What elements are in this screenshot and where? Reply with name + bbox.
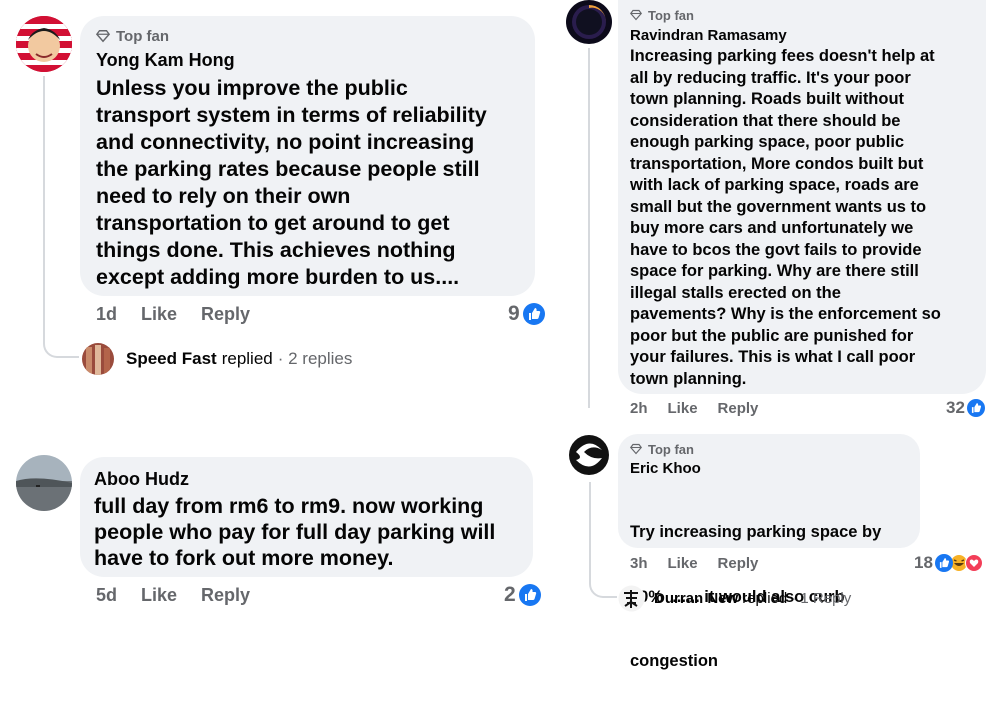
timestamp[interactable]: 2h [630, 400, 648, 417]
diamond-icon [630, 443, 642, 455]
avatar-speed-fast [82, 343, 114, 375]
comment-actions: 1d Like Reply [96, 304, 250, 325]
avatar-ravindran-ramasamy[interactable] [566, 0, 612, 44]
reply-button[interactable]: Reply [718, 400, 759, 417]
reply-thread-line [43, 76, 79, 358]
comment-text: Increasing parking fees doesn't help at … [630, 47, 941, 388]
reply-author: Durran New [654, 590, 739, 607]
comment-bubble: Top fan Eric Khoo Try increasing parking… [618, 434, 920, 670]
author-name[interactable]: Ravindran Ramasamy [630, 27, 974, 44]
like-reaction-icon [518, 584, 541, 606]
top-fan-label: Top fan [648, 441, 694, 457]
reply-summary: · 2 replies [277, 349, 353, 368]
reply-author: Speed Fast [126, 349, 217, 368]
reply-thread-line [588, 48, 610, 408]
comment-text: full day from rm6 to rm9. now working pe… [94, 494, 496, 570]
reaction-number: 18 [914, 553, 933, 572]
view-replies[interactable]: Speed Fast replied · 2 replies [82, 343, 352, 375]
like-button[interactable]: Like [668, 400, 698, 417]
diamond-icon [630, 9, 642, 21]
reply-button[interactable]: Reply [201, 304, 250, 325]
top-fan-badge: Top fan [630, 441, 908, 457]
reply-button[interactable]: Reply [718, 555, 759, 572]
avatar-durran-new [618, 585, 645, 612]
reply-summary: · 1 Reply [791, 590, 852, 607]
reaction-number: 9 [508, 302, 520, 325]
reaction-count[interactable]: 18 [914, 553, 983, 573]
like-reaction-icon [934, 554, 953, 572]
author-name[interactable]: Aboo Hudz [94, 469, 519, 490]
reply-verb: replied [742, 590, 788, 607]
reaction-count[interactable]: 32 [946, 398, 985, 418]
top-fan-badge: Top fan [630, 7, 974, 23]
comment-bubble: Top fan Ravindran Ramasamy Increasing pa… [618, 0, 986, 394]
avatar-aboo-hudz[interactable] [16, 455, 72, 511]
top-fan-label: Top fan [116, 27, 170, 45]
comment-actions: 3h Like Reply [630, 555, 758, 572]
timestamp[interactable]: 5d [96, 585, 117, 606]
reply-thread-line [589, 482, 617, 598]
reaction-number: 32 [946, 398, 965, 417]
comment-text: Unless you improve the public transport … [96, 76, 487, 289]
reply-verb: replied [221, 349, 273, 368]
timestamp[interactable]: 1d [96, 304, 117, 325]
comment-bubble: Aboo Hudz full day from rm6 to rm9. now … [80, 457, 533, 577]
comment-bubble: Top fan Yong Kam Hong Unless you improve… [80, 16, 535, 296]
diamond-icon [96, 30, 110, 43]
comment-actions: 2h Like Reply [630, 400, 758, 417]
like-button[interactable]: Like [141, 585, 177, 606]
avatar-eric-khoo[interactable] [566, 432, 612, 478]
love-reaction-icon [964, 554, 983, 572]
timestamp[interactable]: 3h [630, 555, 648, 572]
top-fan-label: Top fan [648, 7, 694, 23]
author-name[interactable]: Yong Kam Hong [96, 50, 519, 71]
avatar-yong-kam-hong[interactable] [16, 16, 72, 72]
like-button[interactable]: Like [141, 304, 177, 325]
reaction-count[interactable]: 2 [504, 583, 541, 607]
reaction-number: 2 [504, 583, 516, 606]
view-replies[interactable]: Durran New replied · 1 Reply [618, 585, 851, 612]
reaction-count[interactable]: 9 [508, 302, 545, 326]
like-button[interactable]: Like [668, 555, 698, 572]
comment-actions: 5d Like Reply [96, 585, 250, 606]
top-fan-badge: Top fan [96, 26, 519, 46]
reply-button[interactable]: Reply [201, 585, 250, 606]
like-reaction-icon [966, 399, 985, 417]
author-name[interactable]: Eric Khoo [630, 460, 908, 477]
like-reaction-icon [522, 303, 545, 325]
